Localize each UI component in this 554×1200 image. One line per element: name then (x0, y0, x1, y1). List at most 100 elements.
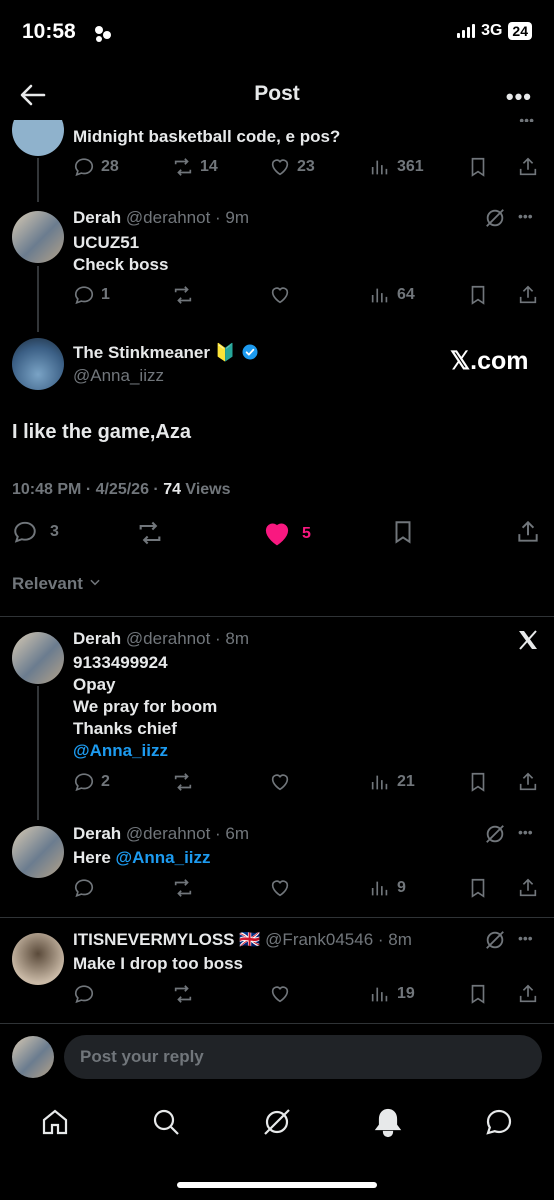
grok-icon[interactable] (484, 929, 506, 956)
grok-icon[interactable] (484, 207, 506, 234)
tweet-header: ITISNEVERMYLOSS 🇬🇧 @Frank04546 · 8m (73, 930, 412, 950)
like-count: 23 (297, 158, 315, 175)
share-button[interactable] (517, 284, 539, 306)
like-button[interactable] (269, 771, 291, 793)
bookmark-button[interactable] (467, 771, 489, 793)
author-handle[interactable]: @derahnot (126, 208, 210, 227)
text-line: We pray for boom (73, 697, 218, 716)
avatar[interactable] (12, 632, 64, 684)
more-options-icon[interactable]: ••• (519, 112, 534, 122)
views-button[interactable]: 64 (369, 284, 415, 306)
like-button[interactable]: 5 (262, 519, 311, 549)
views-button[interactable]: 361 (369, 156, 424, 178)
reply-button[interactable]: 1 (73, 284, 110, 306)
divider (0, 917, 554, 918)
author-handle[interactable]: @Anna_iizz (73, 366, 164, 386)
more-options-icon[interactable]: ••• (506, 84, 532, 110)
network-type: 3G (481, 22, 503, 39)
reply-icon (14, 521, 36, 543)
bookmark-button[interactable] (467, 877, 489, 899)
author-handle[interactable]: @derahnot (126, 824, 210, 843)
repost-button[interactable] (172, 983, 194, 1005)
like-button[interactable] (269, 983, 291, 1005)
author-name[interactable]: Derah (73, 824, 121, 843)
home-icon[interactable] (39, 1106, 71, 1138)
repost-button[interactable] (172, 771, 194, 793)
share-button[interactable] (515, 519, 541, 545)
search-icon[interactable] (150, 1106, 182, 1138)
views-icon (371, 775, 388, 790)
avatar[interactable] (12, 933, 64, 985)
reply-icon (74, 773, 94, 792)
bookmark-button[interactable] (390, 519, 416, 545)
more-options-icon[interactable]: ••• (518, 930, 533, 946)
share-button[interactable] (517, 771, 539, 793)
author-name[interactable]: The Stinkmeaner (73, 343, 210, 362)
grok-icon[interactable] (484, 823, 506, 850)
views-count: 74 (163, 481, 181, 498)
bookmark-icon (471, 285, 485, 305)
status-icons (92, 24, 114, 49)
tweet-time: · 8m (215, 629, 250, 648)
divider (0, 616, 554, 617)
more-options-icon[interactable]: ••• (518, 208, 533, 224)
signal-icon (457, 24, 476, 38)
messages-icon[interactable] (483, 1106, 515, 1138)
reply-button[interactable]: 2 (73, 771, 110, 793)
reply-input[interactable]: Post your reply (64, 1035, 542, 1079)
repost-button[interactable] (172, 877, 194, 899)
share-button[interactable] (517, 156, 539, 178)
notifications-bell-icon[interactable] (372, 1106, 404, 1138)
composer-avatar[interactable] (12, 1036, 54, 1078)
views-icon (371, 160, 388, 175)
repost-button[interactable]: 14 (172, 156, 218, 178)
reply-button[interactable]: 28 (73, 156, 119, 178)
like-button[interactable] (269, 877, 291, 899)
bookmark-button[interactable] (467, 156, 489, 178)
avatar[interactable] (12, 826, 64, 878)
author-name[interactable]: Derah (73, 629, 121, 648)
views-button[interactable]: 19 (369, 983, 415, 1005)
action-bar: 9 (73, 877, 543, 903)
heart-icon (271, 159, 289, 176)
author-name[interactable]: ITISNEVERMYLOSS (73, 930, 235, 949)
action-bar: 2 21 (73, 771, 543, 797)
share-button[interactable] (517, 983, 539, 1005)
repost-button[interactable] (136, 519, 164, 547)
author-handle[interactable]: @derahnot (126, 629, 210, 648)
repost-icon (174, 286, 192, 304)
action-bar: 28 14 23 361 (73, 156, 543, 182)
reply-count: 2 (101, 773, 110, 790)
mention-link[interactable]: @Anna_iizz (116, 848, 211, 867)
author-handle[interactable]: @Frank04546 (265, 930, 373, 949)
avatar[interactable] (12, 338, 64, 390)
repost-button[interactable] (172, 284, 194, 306)
like-button[interactable] (269, 284, 291, 306)
views-button[interactable]: 9 (369, 877, 406, 899)
more-options-icon[interactable]: ••• (518, 824, 533, 840)
action-bar: 19 (73, 983, 543, 1009)
bookmark-button[interactable] (467, 983, 489, 1005)
avatar[interactable] (12, 211, 64, 263)
reply-icon (74, 158, 94, 177)
reply-button[interactable] (73, 877, 95, 899)
avatar[interactable] (12, 120, 64, 156)
bookmark-icon (471, 878, 485, 898)
reply-button[interactable]: 3 (12, 519, 59, 545)
watermark: 𝕏.com (450, 347, 529, 375)
bookmark-button[interactable] (467, 284, 489, 306)
share-icon (518, 520, 538, 542)
share-icon (519, 984, 537, 1003)
tweet-text: Midnight basketball code, e pos? (73, 127, 341, 146)
author-name[interactable]: Derah (73, 208, 121, 227)
share-icon (519, 285, 537, 304)
like-button[interactable]: 23 (269, 156, 315, 178)
views-button[interactable]: 21 (369, 771, 415, 793)
share-icon (519, 878, 537, 897)
heart-filled-icon (265, 523, 289, 546)
share-button[interactable] (517, 877, 539, 899)
sort-dropdown[interactable]: Relevant (12, 574, 102, 594)
reply-button[interactable] (73, 983, 95, 1005)
mention-link[interactable]: @Anna_iizz (73, 740, 217, 762)
grok-icon[interactable] (261, 1106, 293, 1138)
